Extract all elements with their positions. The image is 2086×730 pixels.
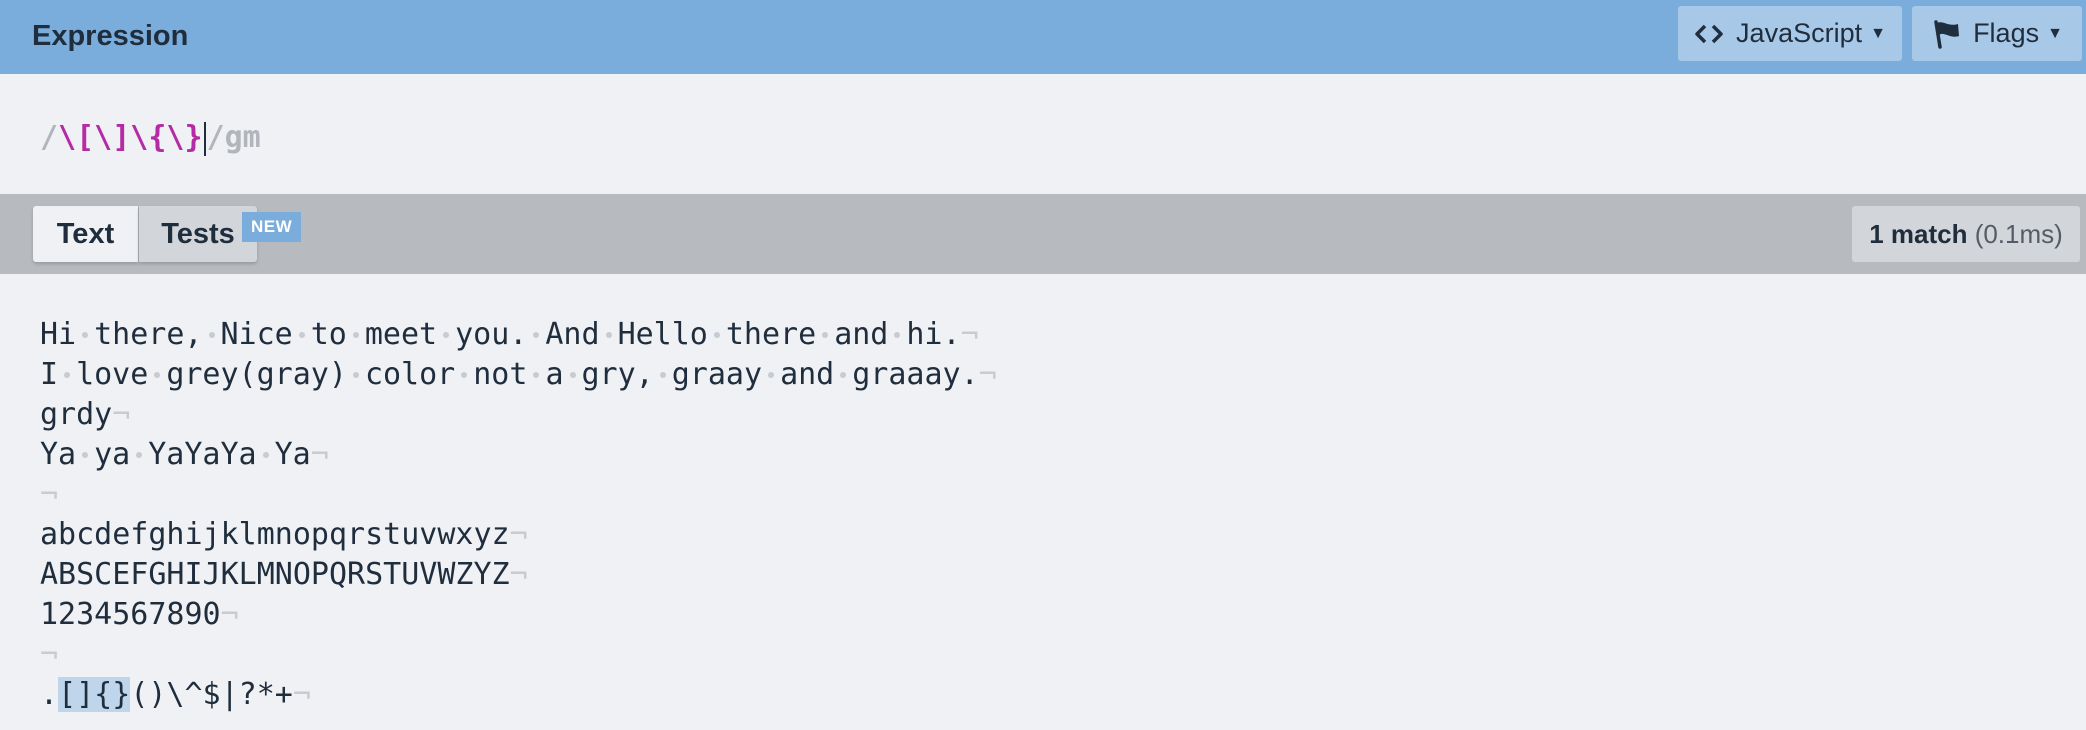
whitespace-marker bbox=[708, 315, 726, 355]
flags-label: Flags bbox=[1973, 18, 2040, 48]
test-text-area[interactable]: Hi there, Nice to meet you. And Hello there and hi… bbox=[0, 274, 2086, 730]
whitespace-marker bbox=[347, 315, 365, 355]
newline-marker: ¬ bbox=[509, 557, 528, 592]
whitespace-marker bbox=[455, 355, 473, 395]
whitespace-marker bbox=[762, 355, 780, 395]
whitespace-marker bbox=[293, 315, 311, 355]
newline-marker: ¬ bbox=[40, 637, 59, 672]
language-button[interactable]: JavaScript ▼ bbox=[1678, 6, 1902, 61]
text-line: ¬ bbox=[40, 635, 997, 675]
newline-marker: ¬ bbox=[220, 597, 239, 632]
chevron-down-icon: ▼ bbox=[2047, 24, 2063, 42]
new-badge: NEW bbox=[242, 212, 302, 242]
whitespace-marker bbox=[58, 355, 76, 395]
whitespace-marker bbox=[76, 435, 94, 475]
text-line: 1234567890¬ bbox=[40, 597, 239, 632]
whitespace-marker bbox=[654, 355, 672, 395]
expression-editor[interactable]: /\[\]\{\}/gm bbox=[0, 74, 2086, 194]
whitespace-marker bbox=[600, 315, 618, 355]
text-line: ABSCEFGHIJKLMNOPQRSTUVWZYZ¬ bbox=[40, 557, 528, 592]
text-line: Ilove grey(gray) color not a gry, graay and graa… bbox=[40, 355, 997, 395]
newline-marker: ¬ bbox=[978, 357, 997, 392]
whitespace-marker bbox=[437, 315, 455, 355]
text-cursor bbox=[203, 121, 206, 156]
text-line: Ya ya YaYaYa Ya¬ bbox=[40, 435, 997, 475]
whitespace-marker bbox=[148, 355, 166, 395]
whitespace-marker bbox=[347, 355, 365, 395]
text-toolbar: Text Tests NEW 1 match (0.1ms) bbox=[0, 194, 2086, 274]
match-time: (0.1ms) bbox=[1974, 218, 2063, 249]
newline-marker: ¬ bbox=[292, 677, 311, 712]
match-count: 1 match bbox=[1869, 218, 1968, 249]
text-line: Hi there, Nice to meet you. And Hello there and hi… bbox=[40, 315, 997, 355]
match-highlight[interactable]: []{} bbox=[58, 677, 131, 712]
whitespace-marker bbox=[816, 315, 834, 355]
whitespace-marker bbox=[527, 355, 545, 395]
newline-marker: ¬ bbox=[310, 437, 329, 472]
text-line: grdy¬ bbox=[40, 397, 131, 432]
text-line: .[]{}()\^$|?*+¬ bbox=[40, 677, 311, 712]
test-text-lines: Hi there, Nice to meet you. And Hello there and hi… bbox=[40, 315, 997, 715]
whitespace-marker bbox=[76, 315, 94, 355]
language-label: JavaScript bbox=[1736, 18, 1863, 48]
whitespace-marker bbox=[564, 355, 582, 395]
whitespace-marker bbox=[834, 355, 852, 395]
code-icon bbox=[1694, 23, 1724, 45]
flag-icon bbox=[1931, 19, 1961, 49]
text-line: ¬ bbox=[40, 475, 997, 515]
regex-pattern: \[\]\{\} bbox=[58, 120, 203, 155]
open-delimiter: / bbox=[40, 120, 59, 155]
expression-input[interactable]: /\[\]\{\}/gm bbox=[40, 116, 261, 160]
newline-marker: ¬ bbox=[960, 317, 979, 352]
whitespace-marker bbox=[203, 315, 221, 355]
newline-marker: ¬ bbox=[509, 517, 528, 552]
expression-title: Expression bbox=[32, 20, 189, 52]
close-delimiter: / bbox=[206, 120, 225, 155]
tab-tests[interactable]: Tests bbox=[139, 206, 257, 262]
flags-button[interactable]: Flags ▼ bbox=[1912, 6, 2082, 61]
header-bar: Expression JavaScript ▼ Flags ▼ bbox=[0, 0, 2086, 74]
whitespace-marker bbox=[130, 435, 148, 475]
match-info[interactable]: 1 match (0.1ms) bbox=[1852, 206, 2080, 262]
tab-text[interactable]: Text bbox=[33, 206, 138, 262]
newline-marker: ¬ bbox=[40, 477, 59, 512]
chevron-down-icon: ▼ bbox=[1870, 24, 1886, 42]
newline-marker: ¬ bbox=[112, 397, 131, 432]
text-line: abcdefghijklmnopqrstuvwxyz¬ bbox=[40, 517, 528, 552]
whitespace-marker bbox=[257, 435, 275, 475]
whitespace-marker bbox=[527, 315, 545, 355]
regex-flags: gm bbox=[224, 120, 261, 155]
whitespace-marker bbox=[888, 315, 906, 355]
